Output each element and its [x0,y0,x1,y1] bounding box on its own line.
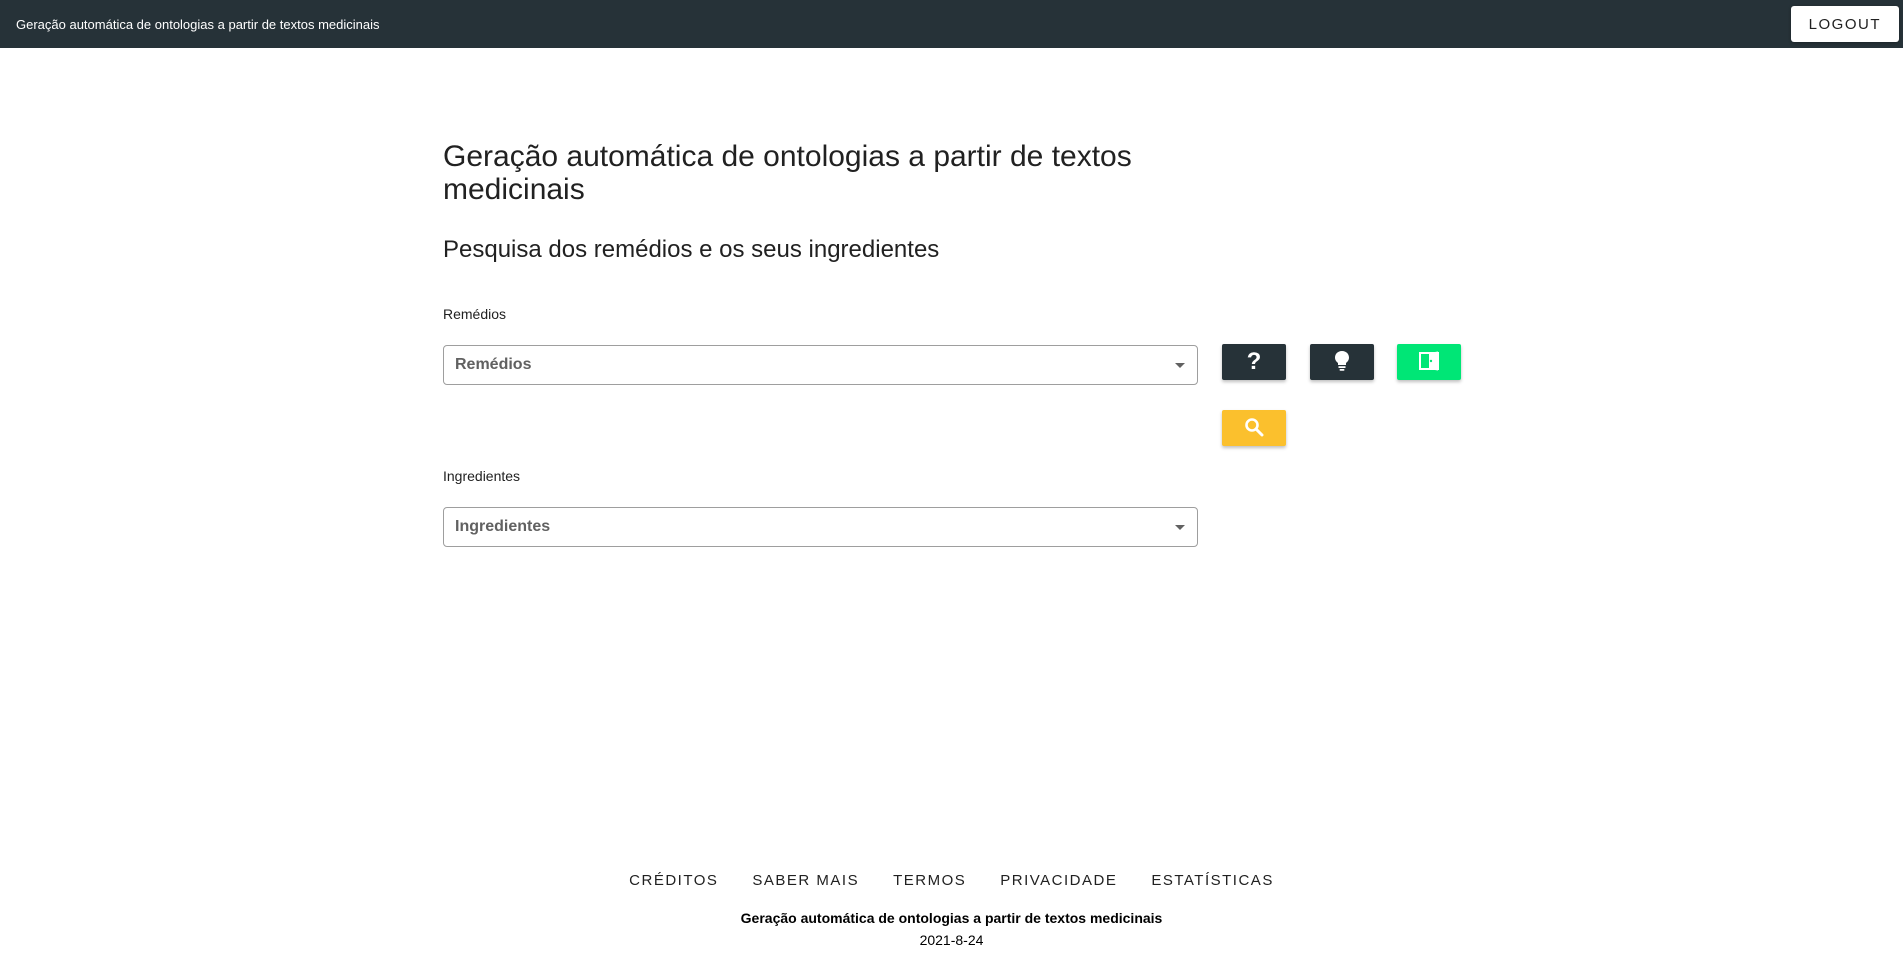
footer-link-termos[interactable]: TERMOS [876,872,983,889]
chevron-down-icon [1175,362,1185,368]
footer-title: Geração automática de ontologias a parti… [740,910,1163,926]
main-content: Geração automática de ontologias a parti… [443,140,1473,264]
page-title: Geração automática de ontologias a parti… [443,140,1132,206]
app-bar: Geração automática de ontologias a parti… [0,0,1903,48]
logout-button[interactable]: LOGOUT [1790,6,1899,42]
remedios-label: Remédios [443,306,507,322]
search-icon [1244,417,1264,440]
ingredientes-label: Ingredientes [443,468,521,484]
idea-button[interactable] [1310,344,1374,380]
footer-link-estatisticas[interactable]: ESTATÍSTICAS [1134,872,1290,889]
footer-nav: CRÉDITOS SABER MAIS TERMOS PRIVACIDADE E… [0,872,1903,889]
remedios-select-value: Remédios [455,356,532,373]
door-exit-icon [1418,351,1440,374]
exit-button[interactable] [1397,344,1461,380]
chevron-down-icon [1175,524,1185,530]
question-mark-icon: ? [1246,348,1262,375]
help-button[interactable]: ? [1222,344,1286,380]
page-subtitle: Pesquisa dos remédios e os seus ingredie… [443,236,940,263]
footer-link-privacidade[interactable]: PRIVACIDADE [983,872,1134,889]
footer-date: 2021-8-24 [919,932,984,948]
ingredientes-select-value: Ingredientes [455,518,551,535]
lightbulb-icon [1333,350,1351,375]
remedios-select[interactable]: Remédios [443,345,1198,385]
app-bar-title: Geração automática de ontologias a parti… [16,16,380,32]
footer-link-saber-mais[interactable]: SABER MAIS [735,872,876,889]
search-button[interactable] [1222,410,1286,446]
footer-link-creditos[interactable]: CRÉDITOS [612,872,735,889]
ingredientes-select[interactable]: Ingredientes [443,507,1198,547]
